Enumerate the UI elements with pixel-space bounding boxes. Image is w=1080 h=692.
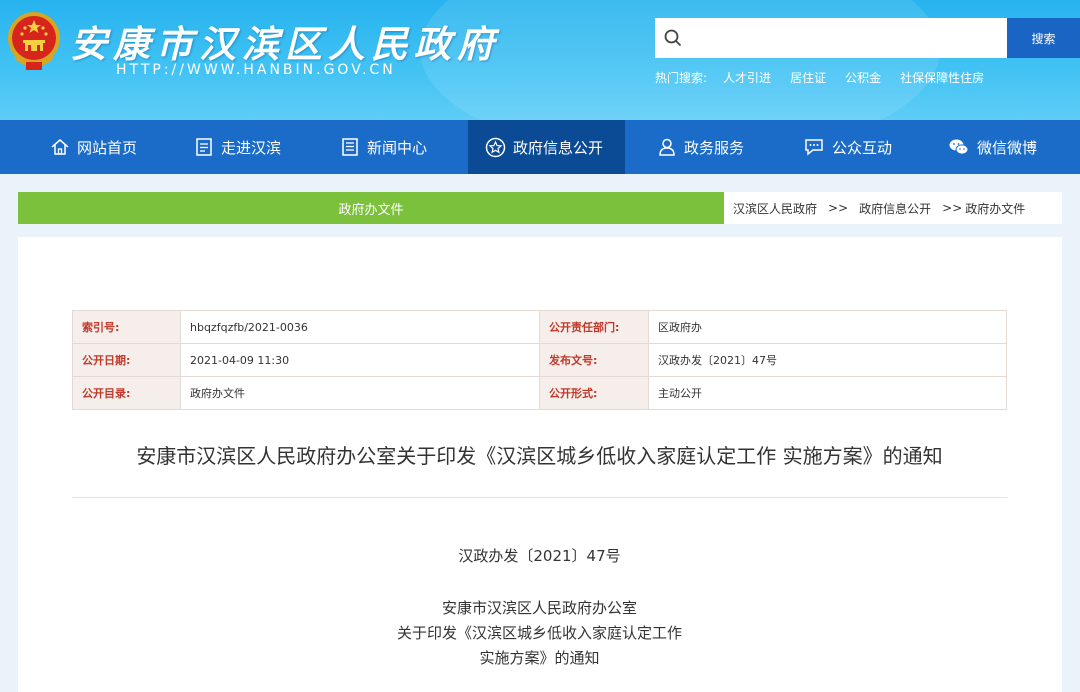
nav-item-wechat[interactable]: 微信微博: [948, 120, 1037, 174]
table-row: 公开日期: 2021-04-09 11:30 发布文号: 汉政办发〔2021〕4…: [72, 343, 1007, 377]
nav-item-label: 公众互动: [832, 138, 893, 157]
meta-value: 汉政办发〔2021〕47号: [648, 343, 1007, 377]
meta-value: 2021-04-09 11:30: [180, 343, 540, 377]
nav-item-label: 政务服务: [684, 138, 745, 157]
breadcrumb-separator: >>: [942, 201, 963, 215]
chat-icon: [805, 139, 823, 156]
nav-item-label: 政府信息公开: [513, 138, 604, 157]
star-icon: [485, 137, 506, 157]
document-title: 安康市汉滨区人民政府办公室关于印发《汉滨区城乡低收入家庭认定工作 实施方案》的通…: [136, 444, 943, 468]
hot-search: 热门搜索: 人才引进 居住证 公积金 社保保障性住房: [655, 69, 1003, 86]
site-header: 安康市汉滨区人民政府 HTTP://WWW.HANBIN.GOV.CN 搜索 热…: [0, 0, 1080, 120]
search-icon: [664, 29, 682, 47]
meta-value: 主动公开: [648, 376, 1007, 410]
national-emblem-icon[interactable]: [6, 10, 62, 72]
meta-key: 发布文号:: [539, 343, 649, 377]
nav-item-label: 新闻中心: [367, 138, 428, 157]
site-url: HTTP://WWW.HANBIN.GOV.CN: [116, 62, 396, 78]
nav-item-home[interactable]: 网站首页: [50, 120, 137, 174]
breadcrumb: 汉滨区人民政府 >> 政府信息公开 >> 政府办文件: [724, 192, 1062, 224]
search-button[interactable]: 搜索: [1007, 18, 1080, 58]
nav-item-label: 微信微博: [977, 138, 1038, 157]
nav-item-about[interactable]: 走进汉滨: [194, 120, 281, 174]
channel-title[interactable]: 政府办文件: [338, 199, 403, 218]
meta-key: 公开目录:: [72, 376, 181, 410]
wechat-icon: [949, 139, 969, 155]
table-row: 公开目录: 政府办文件 公开形式: 主动公开: [72, 376, 1007, 410]
document-heading-line: 实施方案》的通知: [479, 649, 600, 667]
document-heading-line: 安康市汉滨区人民政府办公室: [441, 599, 637, 617]
hot-search-link[interactable]: 人才引进: [723, 69, 771, 86]
document-heading: 安康市汉滨区人民政府办公室 关于印发《汉滨区城乡低收入家庭认定工作 实施方案》的…: [72, 596, 1007, 671]
search-input[interactable]: [692, 22, 1002, 54]
table-row: 索引号: hbqzfqzfb/2021-0036 公开责任部门: 区政府办: [72, 310, 1007, 344]
nav-item-label: 走进汉滨: [221, 138, 282, 157]
nav-item-services[interactable]: 政务服务: [657, 120, 744, 174]
meta-value: 区政府办: [648, 310, 1007, 344]
hot-search-label: 热门搜索:: [655, 71, 708, 85]
meta-value: hbqzfqzfb/2021-0036: [180, 310, 540, 344]
nav-item-interaction[interactable]: 公众互动: [803, 120, 892, 174]
nav-item-label: 网站首页: [77, 138, 138, 157]
hot-search-link[interactable]: 居住证: [790, 69, 826, 86]
nav-item-gov-info[interactable]: 政府信息公开: [468, 120, 625, 174]
document-heading-line: 关于印发《汉滨区城乡低收入家庭认定工作: [396, 624, 682, 642]
breadcrumb-link[interactable]: 汉滨区人民政府: [733, 200, 817, 217]
user-icon: [659, 138, 675, 156]
document-meta-table: 索引号: hbqzfqzfb/2021-0036 公开责任部门: 区政府办 公开…: [72, 310, 1007, 410]
meta-value: 政府办文件: [180, 376, 540, 410]
meta-key: 公开日期:: [72, 343, 181, 377]
hot-search-link[interactable]: 社保保障性住房: [900, 69, 984, 86]
meta-key: 公开形式:: [539, 376, 649, 410]
news-icon: [342, 138, 358, 156]
breadcrumb-link[interactable]: 政府信息公开: [859, 200, 931, 217]
divider: [72, 497, 1007, 498]
channel-title-bar: 政府办文件: [18, 192, 724, 224]
home-icon: [51, 139, 69, 155]
main-nav: 网站首页 走进汉滨 新闻中心 政府信息公开 政务服务 公众互动 微信微博: [0, 120, 1080, 174]
site-title[interactable]: 安康市汉滨区人民政府: [70, 14, 500, 68]
meta-key: 索引号:: [72, 310, 181, 344]
breadcrumb-link[interactable]: 政府办文件: [965, 200, 1025, 217]
meta-key: 公开责任部门:: [539, 310, 649, 344]
document-icon: [196, 138, 212, 156]
hot-search-link[interactable]: 公积金: [845, 69, 881, 86]
document-number: 汉政办发〔2021〕47号: [458, 547, 621, 565]
nav-item-news[interactable]: 新闻中心: [340, 120, 427, 174]
breadcrumb-separator: >>: [828, 201, 849, 215]
